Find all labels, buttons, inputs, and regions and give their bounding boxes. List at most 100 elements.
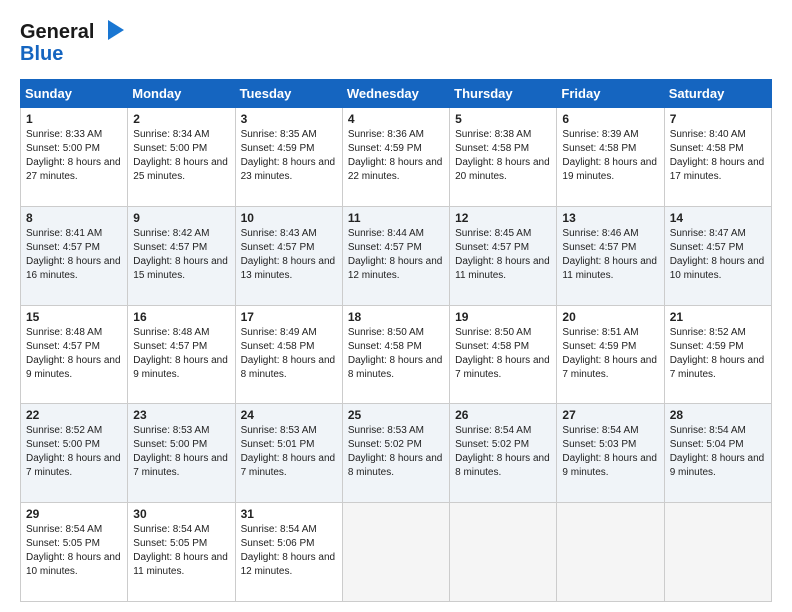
day-number: 31 [241, 507, 337, 521]
day-info: Sunrise: 8:54 AMSunset: 5:04 PMDaylight:… [670, 424, 766, 480]
day-number: 28 [670, 408, 766, 422]
day-header-tuesday: Tuesday [235, 80, 342, 108]
day-number: 17 [241, 310, 337, 324]
calendar-cell: 22 Sunrise: 8:52 AMSunset: 5:00 PMDayligh… [21, 404, 128, 503]
day-number: 22 [26, 408, 122, 422]
calendar-week-row: 22 Sunrise: 8:52 AMSunset: 5:00 PMDayligh… [21, 404, 772, 503]
day-info: Sunrise: 8:46 AMSunset: 4:57 PMDaylight:… [562, 227, 658, 283]
day-info: Sunrise: 8:54 AMSunset: 5:02 PMDaylight:… [455, 424, 551, 480]
day-number: 27 [562, 408, 658, 422]
day-info: Sunrise: 8:52 AMSunset: 4:59 PMDaylight:… [670, 326, 766, 382]
day-info: Sunrise: 8:48 AMSunset: 4:57 PMDaylight:… [26, 326, 122, 382]
calendar-week-row: 1 Sunrise: 8:33 AMSunset: 5:00 PMDaylight… [21, 108, 772, 207]
calendar-cell: 4Sunrise: 8:36 AMSunset: 4:59 PMDaylight… [342, 108, 449, 207]
day-number: 6 [562, 112, 658, 126]
day-number: 10 [241, 211, 337, 225]
day-number: 12 [455, 211, 551, 225]
day-number: 2 [133, 112, 229, 126]
calendar-cell: 30Sunrise: 8:54 AMSunset: 5:05 PMDayligh… [128, 503, 235, 602]
calendar-cell: 10 Sunrise: 8:43 AMSunset: 4:57 PMDayligh… [235, 206, 342, 305]
calendar-cell: 11Sunrise: 8:44 AMSunset: 4:57 PMDayligh… [342, 206, 449, 305]
day-number: 23 [133, 408, 229, 422]
day-header-monday: Monday [128, 80, 235, 108]
logo: General Blue [20, 16, 140, 69]
day-number: 4 [348, 112, 444, 126]
calendar-header-row: SundayMondayTuesdayWednesdayThursdayFrid… [21, 80, 772, 108]
calendar-cell: 29Sunrise: 8:54 AMSunset: 5:05 PMDayligh… [21, 503, 128, 602]
calendar-cell: 25Sunrise: 8:53 AMSunset: 5:02 PMDayligh… [342, 404, 449, 503]
calendar-cell: 21Sunrise: 8:52 AMSunset: 4:59 PMDayligh… [664, 305, 771, 404]
day-info: Sunrise: 8:34 AMSunset: 5:00 PMDaylight:… [133, 128, 229, 184]
logo-svg: General Blue [20, 16, 140, 64]
day-info: Sunrise: 8:38 AMSunset: 4:58 PMDaylight:… [455, 128, 551, 184]
calendar-cell [450, 503, 557, 602]
calendar-cell: 16 Sunrise: 8:48 AMSunset: 4:57 PMDayligh… [128, 305, 235, 404]
day-number: 25 [348, 408, 444, 422]
svg-text:General: General [20, 21, 94, 43]
day-info: Sunrise: 8:41 AMSunset: 4:57 PMDaylight:… [26, 227, 122, 283]
calendar-week-row: 29Sunrise: 8:54 AMSunset: 5:05 PMDayligh… [21, 503, 772, 602]
day-number: 3 [241, 112, 337, 126]
day-info: Sunrise: 8:54 AMSunset: 5:06 PMDaylight:… [241, 523, 337, 579]
day-number: 26 [455, 408, 551, 422]
calendar-cell: 14Sunrise: 8:47 AMSunset: 4:57 PMDayligh… [664, 206, 771, 305]
calendar-cell: 6 Sunrise: 8:39 AMSunset: 4:58 PMDaylight… [557, 108, 664, 207]
calendar-cell: 15 Sunrise: 8:48 AMSunset: 4:57 PMDayligh… [21, 305, 128, 404]
calendar-cell: 17Sunrise: 8:49 AMSunset: 4:58 PMDayligh… [235, 305, 342, 404]
calendar-cell: 8Sunrise: 8:41 AMSunset: 4:57 PMDaylight… [21, 206, 128, 305]
day-info: Sunrise: 8:45 AMSunset: 4:57 PMDaylight:… [455, 227, 551, 283]
calendar-cell: 27 Sunrise: 8:54 AMSunset: 5:03 PMDayligh… [557, 404, 664, 503]
day-info: Sunrise: 8:44 AMSunset: 4:57 PMDaylight:… [348, 227, 444, 283]
calendar-cell: 28 Sunrise: 8:54 AMSunset: 5:04 PMDayligh… [664, 404, 771, 503]
calendar-week-row: 8Sunrise: 8:41 AMSunset: 4:57 PMDaylight… [21, 206, 772, 305]
day-header-thursday: Thursday [450, 80, 557, 108]
day-number: 9 [133, 211, 229, 225]
day-info: Sunrise: 8:40 AMSunset: 4:58 PMDaylight:… [670, 128, 766, 184]
day-info: Sunrise: 8:53 AMSunset: 5:01 PMDaylight:… [241, 424, 337, 480]
day-header-friday: Friday [557, 80, 664, 108]
day-info: Sunrise: 8:50 AMSunset: 4:58 PMDaylight:… [455, 326, 551, 382]
day-info: Sunrise: 8:42 AMSunset: 4:57 PMDaylight:… [133, 227, 229, 283]
calendar-cell [557, 503, 664, 602]
day-number: 16 [133, 310, 229, 324]
day-number: 20 [562, 310, 658, 324]
day-number: 13 [562, 211, 658, 225]
day-info: Sunrise: 8:54 AMSunset: 5:05 PMDaylight:… [26, 523, 122, 579]
page: General Blue SundayMondayTuesdayWednesda… [0, 0, 792, 612]
calendar-cell: 13 Sunrise: 8:46 AMSunset: 4:57 PMDayligh… [557, 206, 664, 305]
calendar-cell: 20Sunrise: 8:51 AMSunset: 4:59 PMDayligh… [557, 305, 664, 404]
calendar-cell: 1 Sunrise: 8:33 AMSunset: 5:00 PMDaylight… [21, 108, 128, 207]
day-info: Sunrise: 8:47 AMSunset: 4:57 PMDaylight:… [670, 227, 766, 283]
day-info: Sunrise: 8:54 AMSunset: 5:03 PMDaylight:… [562, 424, 658, 480]
day-header-sunday: Sunday [21, 80, 128, 108]
day-number: 24 [241, 408, 337, 422]
day-number: 1 [26, 112, 122, 126]
calendar-week-row: 15 Sunrise: 8:48 AMSunset: 4:57 PMDayligh… [21, 305, 772, 404]
day-number: 7 [670, 112, 766, 126]
day-number: 15 [26, 310, 122, 324]
calendar-cell: 9 Sunrise: 8:42 AMSunset: 4:57 PMDaylight… [128, 206, 235, 305]
day-header-saturday: Saturday [664, 80, 771, 108]
day-info: Sunrise: 8:52 AMSunset: 5:00 PMDaylight:… [26, 424, 122, 480]
calendar-cell: 26 Sunrise: 8:54 AMSunset: 5:02 PMDayligh… [450, 404, 557, 503]
calendar-cell: 3Sunrise: 8:35 AMSunset: 4:59 PMDaylight… [235, 108, 342, 207]
calendar-cell [342, 503, 449, 602]
calendar-cell [664, 503, 771, 602]
day-info: Sunrise: 8:50 AMSunset: 4:58 PMDaylight:… [348, 326, 444, 382]
day-info: Sunrise: 8:33 AMSunset: 5:00 PMDaylight:… [26, 128, 122, 184]
calendar-cell: 2 Sunrise: 8:34 AMSunset: 5:00 PMDaylight… [128, 108, 235, 207]
calendar-cell: 19Sunrise: 8:50 AMSunset: 4:58 PMDayligh… [450, 305, 557, 404]
day-number: 5 [455, 112, 551, 126]
svg-text:Blue: Blue [20, 43, 63, 64]
day-info: Sunrise: 8:48 AMSunset: 4:57 PMDaylight:… [133, 326, 229, 382]
calendar-cell: 12 Sunrise: 8:45 AMSunset: 4:57 PMDayligh… [450, 206, 557, 305]
day-number: 18 [348, 310, 444, 324]
day-info: Sunrise: 8:43 AMSunset: 4:57 PMDaylight:… [241, 227, 337, 283]
calendar-cell: 5 Sunrise: 8:38 AMSunset: 4:58 PMDaylight… [450, 108, 557, 207]
day-info: Sunrise: 8:39 AMSunset: 4:58 PMDaylight:… [562, 128, 658, 184]
calendar-table: SundayMondayTuesdayWednesdayThursdayFrid… [20, 79, 772, 602]
day-header-wednesday: Wednesday [342, 80, 449, 108]
calendar-cell: 31 Sunrise: 8:54 AMSunset: 5:06 PMDayligh… [235, 503, 342, 602]
calendar-cell: 7 Sunrise: 8:40 AMSunset: 4:58 PMDaylight… [664, 108, 771, 207]
header: General Blue [20, 16, 772, 69]
